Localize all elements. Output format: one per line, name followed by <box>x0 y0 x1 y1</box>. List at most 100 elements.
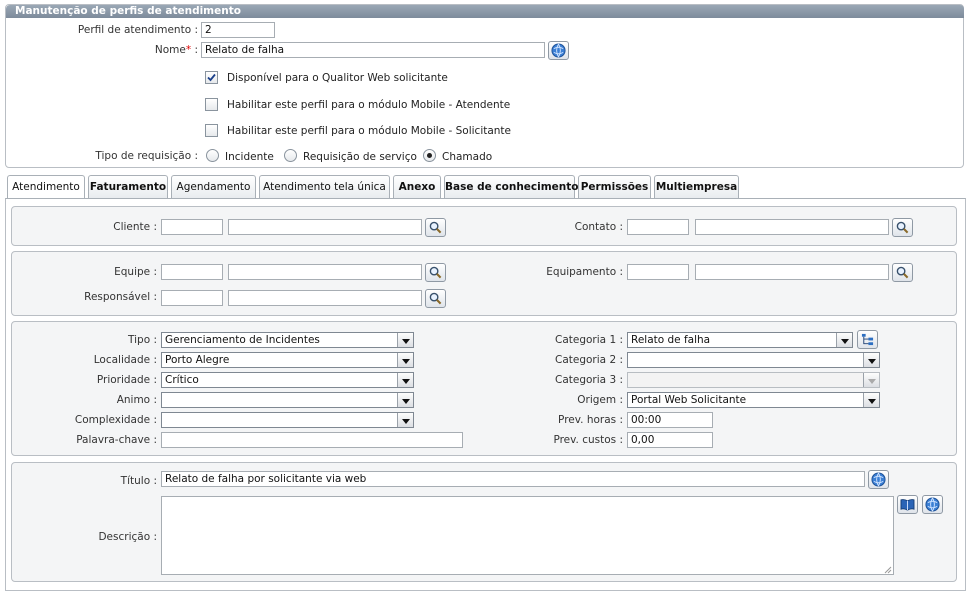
titulo-translate-button[interactable] <box>868 470 889 489</box>
equipe-label: Equipe : <box>114 266 157 278</box>
globe-icon <box>551 43 566 58</box>
globe-icon <box>925 497 940 512</box>
responsavel-label: Responsável : <box>84 291 157 303</box>
translate-button[interactable] <box>548 41 569 60</box>
categoria3-label: Categoria 3 : <box>555 374 623 386</box>
responsavel-code-field[interactable] <box>161 290 223 306</box>
contato-label: Contato : <box>574 221 623 233</box>
categoria1-label: Categoria 1 : <box>555 334 623 346</box>
prev-custos-field[interactable]: 0,00 <box>627 432 713 448</box>
radio-requisicao-servico[interactable] <box>284 149 297 162</box>
complexidade-label: Complexidade : <box>74 414 157 426</box>
categoria-tree-button[interactable] <box>857 330 878 349</box>
tab-multiempresa[interactable]: Multiempresa <box>654 175 739 198</box>
localidade-value: Porto Alegre <box>165 354 230 366</box>
tree-icon <box>861 333 874 346</box>
equipamento-search-button[interactable] <box>892 263 913 282</box>
contato-search-button[interactable] <box>892 218 913 237</box>
radio-incidente[interactable] <box>206 149 219 162</box>
animo-label: Animo : <box>116 394 157 406</box>
descricao-translate-button[interactable] <box>922 495 943 514</box>
animo-select[interactable] <box>161 392 414 408</box>
checkbox-mobile-solicitante[interactable] <box>205 124 218 137</box>
checkbox-mobile-atendente[interactable] <box>205 98 218 111</box>
tipo-requisicao-label: Tipo de requisição : <box>95 150 198 162</box>
equipe-search-button[interactable] <box>425 263 446 282</box>
tab-anexo[interactable]: Anexo <box>393 175 441 198</box>
checkbox-qualitor-web[interactable] <box>205 71 218 84</box>
complexidade-select[interactable] <box>161 412 414 428</box>
titulo-label: Título : <box>120 475 157 487</box>
radio-requisicao-servico-label: Requisição de serviço <box>303 151 417 163</box>
equipamento-name-field[interactable] <box>695 264 889 280</box>
perfil-field[interactable]: 2 <box>201 22 275 38</box>
tab-base-conhecimento[interactable]: Base de conhecimento <box>444 175 579 198</box>
cliente-name-field[interactable] <box>228 219 422 235</box>
nome-label-text: Nome <box>154 44 186 56</box>
radio-chamado-label: Chamado <box>442 151 493 163</box>
categoria3-select[interactable] <box>627 372 880 388</box>
tipo-value: Gerenciamento de Incidentes <box>165 334 320 346</box>
tab-permissoes[interactable]: Permissões <box>578 175 651 198</box>
localidade-select[interactable]: Porto Alegre <box>161 352 414 368</box>
chevron-down-icon <box>397 393 413 407</box>
origem-select[interactable]: Portal Web Solicitante <box>627 392 880 408</box>
tab-agendamento[interactable]: Agendamento <box>171 175 256 198</box>
prev-horas-field[interactable]: 00:00 <box>627 412 713 428</box>
tipo-select[interactable]: Gerenciamento de Incidentes <box>161 332 414 348</box>
book-icon <box>900 499 915 511</box>
chevron-down-icon <box>863 393 879 407</box>
cliente-code-field[interactable] <box>161 219 223 235</box>
tab-faturamento[interactable]: Faturamento <box>88 175 168 198</box>
equipamento-code-field[interactable] <box>627 264 689 280</box>
categoria2-label: Categoria 2 : <box>555 354 623 366</box>
tab-atendimento-tela-unica[interactable]: Atendimento tela única <box>259 175 390 198</box>
chevron-down-icon <box>397 413 413 427</box>
perfil-label: Perfil de atendimento : <box>77 24 198 36</box>
chevron-down-icon <box>836 333 852 347</box>
contato-name-field[interactable] <box>695 219 889 235</box>
categoria2-select[interactable] <box>627 352 880 368</box>
equipamento-label: Equipamento : <box>546 266 623 278</box>
descricao-textarea[interactable] <box>161 496 894 575</box>
categoria1-value: Relato de falha <box>631 334 711 346</box>
prioridade-value: Crítico <box>165 374 199 386</box>
equipe-name-field[interactable] <box>228 264 422 280</box>
responsavel-search-button[interactable] <box>425 289 446 308</box>
equipe-code-field[interactable] <box>161 264 223 280</box>
palavra-chave-label: Palavra-chave : <box>76 434 157 446</box>
checkbox-mobile-solicitante-label: Habilitar este perfil para o módulo Mobi… <box>227 125 512 137</box>
resize-grip-icon[interactable] <box>883 565 892 574</box>
nome-field[interactable]: Relato de falha <box>201 42 545 58</box>
cliente-search-button[interactable] <box>425 218 446 237</box>
prioridade-label: Prioridade : <box>96 374 157 386</box>
prev-custos-label: Prev. custos : <box>553 434 623 446</box>
cliente-label: Cliente : <box>113 221 157 233</box>
search-icon <box>896 266 909 279</box>
search-icon <box>429 266 442 279</box>
radio-incidente-label: Incidente <box>225 151 274 163</box>
nome-label-colon: : <box>194 44 198 56</box>
page-title: Manutenção de perfis de atendimento <box>6 5 964 18</box>
palavra-chave-field[interactable] <box>161 432 463 448</box>
contato-code-field[interactable] <box>627 219 689 235</box>
localidade-label: Localidade : <box>93 354 157 366</box>
checkbox-qualitor-web-label: Disponível para o Qualitor Web solicitan… <box>227 72 448 84</box>
chevron-down-icon <box>863 353 879 367</box>
search-icon <box>429 221 442 234</box>
checkbox-mobile-atendente-label: Habilitar este perfil para o módulo Mobi… <box>227 99 511 111</box>
search-icon <box>896 221 909 234</box>
tipo-label: Tipo : <box>128 334 157 346</box>
titulo-field[interactable]: Relato de falha por solicitante via web <box>161 471 865 487</box>
prev-horas-label: Prev. horas : <box>558 414 623 426</box>
radio-chamado[interactable] <box>423 149 436 162</box>
nome-label: Nome* : <box>100 44 198 56</box>
chevron-down-icon <box>863 373 879 387</box>
descricao-book-button[interactable] <box>897 495 918 514</box>
responsavel-name-field[interactable] <box>228 290 422 306</box>
equipe-section <box>11 251 957 316</box>
categoria1-select[interactable]: Relato de falha <box>627 332 853 348</box>
prioridade-select[interactable]: Crítico <box>161 372 414 388</box>
tab-atendimento[interactable]: Atendimento <box>7 175 85 199</box>
descricao-label: Descrição : <box>98 531 157 543</box>
